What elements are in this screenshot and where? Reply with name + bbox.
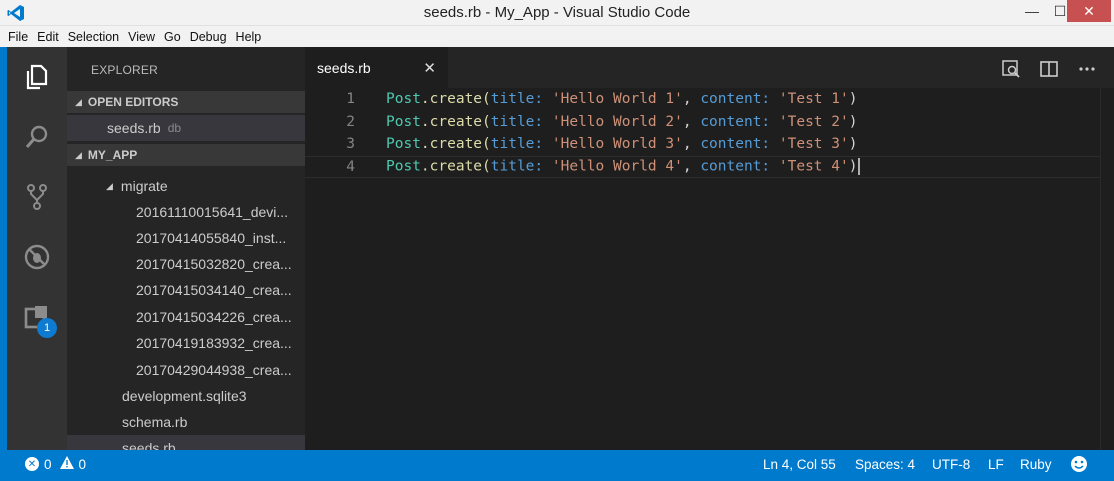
tree-folder-migrate[interactable]: ◢ migrate [67,173,305,199]
debug-icon[interactable] [23,243,51,271]
tree-file[interactable]: 20170415034140_crea... [67,277,305,303]
line-number: 3 [346,136,355,153]
file-label: 20170414055840_inst... [136,230,287,246]
code-text: Post.create(title: 'Hello World 1', cont… [386,91,858,108]
open-editor-folder: db [167,121,182,135]
status-bar: ✕ 0 0 Ln 4, Col 55 Spaces: 4 UTF-8 LF Ru… [7,450,1107,478]
file-label: development.sqlite3 [122,388,247,404]
project-title: MY_APP [87,148,138,162]
window-title: seeds.rb - My_App - Visual Studio Code [423,4,691,21]
code-editor[interactable]: 1 Post.create(title: 'Hello World 1', co… [305,88,1114,450]
menu-debug[interactable]: Debug [190,30,227,44]
eol-setting[interactable]: LF [988,450,1004,478]
chevron-down-icon: ◢ [75,149,82,160]
code-line[interactable]: 1 Post.create(title: 'Hello World 1', co… [305,88,1114,111]
close-window-button[interactable]: ✕ [1067,0,1111,22]
code-line-current[interactable]: 4 Post.create(title: 'Hello World 4', co… [305,155,1114,178]
tree-file[interactable]: 20170429044938_crea... [67,357,305,383]
error-icon: ✕ [25,457,39,471]
close-tab-icon[interactable]: ✕ [423,59,436,77]
encoding-setting[interactable]: UTF-8 [932,450,970,478]
feedback-smiley-icon[interactable] [1070,450,1088,478]
cursor-position[interactable]: Ln 4, Col 55 [763,450,836,478]
open-editor-item[interactable]: seeds.rb db [67,115,305,141]
split-editor-icon[interactable] [1038,58,1060,80]
menu-bar: File Edit Selection View Go Debug Help [0,26,1114,47]
open-editor-filename: seeds.rb [107,120,161,136]
line-number: 4 [346,158,355,175]
file-label: 20170419183932_crea... [136,335,292,351]
warning-count: 0 [78,456,87,472]
warning-icon [59,456,74,472]
tree-file[interactable]: 20170415034226_crea... [67,304,305,330]
source-control-icon[interactable] [23,183,51,211]
project-section[interactable]: ◢ MY_APP [67,144,305,166]
editor-tab-bar: seeds.rb ✕ [305,47,1114,88]
extensions-badge: 1 [37,318,57,338]
file-label: schema.rb [122,414,188,430]
open-preview-icon[interactable] [1000,58,1022,80]
sidebar-header: EXPLORER [91,63,158,77]
tree-file[interactable]: schema.rb [67,409,305,435]
search-icon[interactable] [23,123,51,151]
explorer-icon[interactable] [23,63,51,91]
code-text: Post.create(title: 'Hello World 2', cont… [386,113,858,130]
text-cursor [858,158,861,176]
line-number: 1 [346,91,355,108]
error-count: 0 [44,456,52,472]
menu-edit[interactable]: Edit [37,30,59,44]
chevron-down-icon: ◢ [106,180,113,191]
code-text: Post.create(title: 'Hello World 3', cont… [386,136,858,153]
menu-view[interactable]: View [128,30,155,44]
tree-file[interactable]: 20170419183932_crea... [67,330,305,356]
chevron-down-icon: ◢ [75,96,82,107]
tree-file[interactable]: 20161110015641_devi... [67,199,305,225]
menu-help[interactable]: Help [236,30,262,44]
menu-go[interactable]: Go [164,30,181,44]
explorer-sidebar: EXPLORER ◢ OPEN EDITORS seeds.rb db ◢ MY… [67,47,305,450]
file-label: seeds.rb [122,440,176,450]
file-label: 20170415034140_crea... [136,282,292,298]
activity-bar: 1 [7,47,67,450]
open-editors-section[interactable]: ◢ OPEN EDITORS [67,91,305,113]
file-label: 20170415032820_crea... [136,256,292,272]
open-editors-title: OPEN EDITORS [87,95,179,109]
tree-file[interactable]: 20170415032820_crea... [67,251,305,277]
title-bar: seeds.rb - My_App - Visual Studio Code —… [0,0,1114,26]
file-label: 20161110015641_devi... [136,204,289,220]
tab-label: seeds.rb [317,59,371,76]
code-line[interactable]: 2 Post.create(title: 'Hello World 2', co… [305,111,1114,134]
file-label: 20170429044938_crea... [136,362,292,378]
problems-indicator[interactable]: ✕ 0 0 [25,450,86,478]
minimize-button[interactable]: — [1017,0,1047,22]
language-mode[interactable]: Ruby [1020,450,1052,478]
tree-file[interactable]: development.sqlite3 [67,383,305,409]
indentation-setting[interactable]: Spaces: 4 [855,450,915,478]
tab-seeds-rb[interactable]: seeds.rb ✕ [305,47,448,88]
file-label: 20170415034226_crea... [136,309,292,325]
tree-file-selected[interactable]: seeds.rb [67,435,305,450]
editor-scrollbar[interactable] [1100,88,1114,450]
window-border [0,47,7,481]
menu-selection[interactable]: Selection [68,30,119,44]
line-number: 2 [346,113,355,130]
folder-label: migrate [120,178,168,194]
tree-file[interactable]: 20170414055840_inst... [67,225,305,251]
code-line[interactable]: 3 Post.create(title: 'Hello World 3', co… [305,133,1114,156]
menu-file[interactable]: File [8,30,28,44]
code-text: Post.create(title: 'Hello World 4', cont… [386,158,861,176]
more-actions-icon[interactable] [1076,58,1098,80]
